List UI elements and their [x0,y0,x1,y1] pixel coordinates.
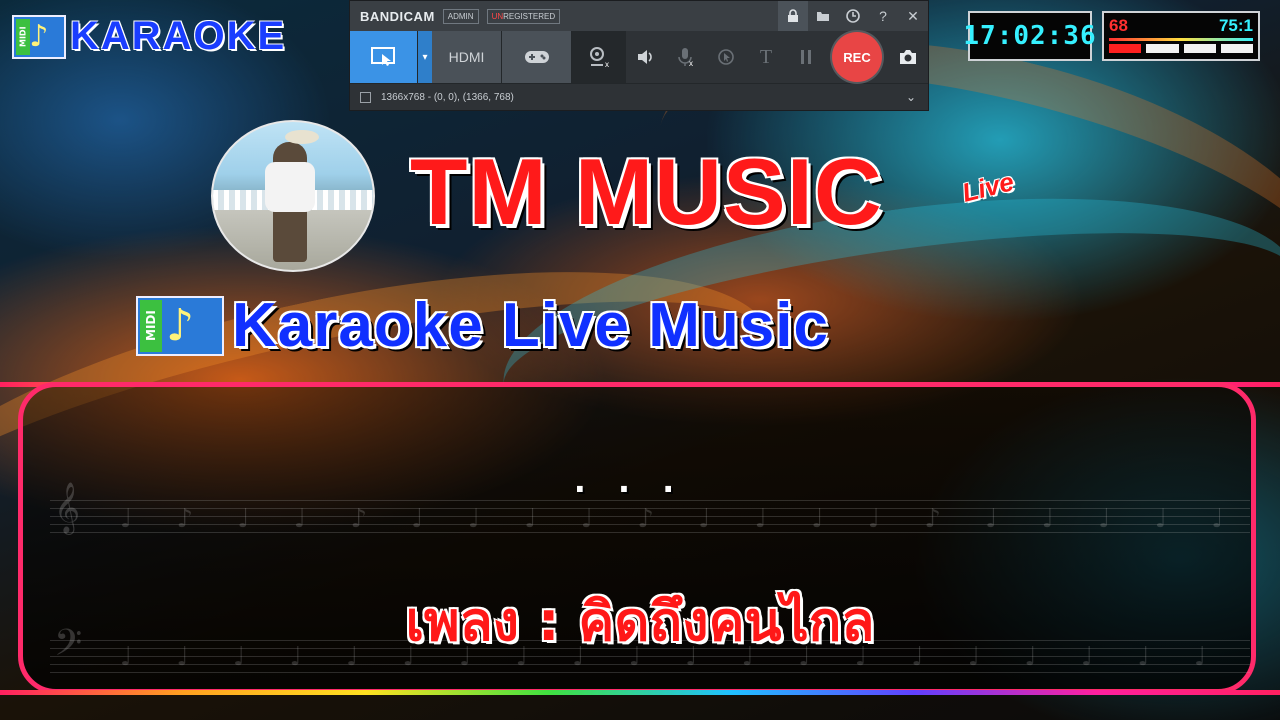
region-checkbox[interactable] [360,91,371,103]
meter-segment [1109,44,1142,53]
rainbow-divider-bottom [0,690,1280,695]
bandicam-controls: ▾ HDMI x x T REC [350,31,928,83]
rec-button[interactable]: REC [832,32,882,82]
bandicam-toolbar: BANDICAM ADMIN UNREGISTERED ? ✕ ▾ HDMI x [349,0,929,111]
screen-select-icon[interactable] [350,31,418,83]
clock-display: 17:02:36 [963,11,1096,61]
microphone-icon[interactable]: x [666,47,706,67]
help-icon[interactable]: ? [868,1,898,31]
pause-icon[interactable] [786,49,826,65]
meter-segment [1146,44,1179,53]
chevron-down-icon[interactable]: ▾ [418,31,432,83]
text-tool-icon[interactable]: T [746,46,786,69]
karaoke-logo: MIDI ♪ KARAOKE [12,14,286,59]
music-note-icon: ♪ [165,300,195,351]
subtitle: Karaoke Live Music [232,291,829,360]
avatar-hat [285,130,319,144]
level-meter: 68 75:1 [1102,11,1260,61]
unregistered-badge: UNREGISTERED [486,8,561,24]
unregistered-prefix: UN [491,11,504,21]
svg-text:x: x [605,60,609,68]
admin-badge: ADMIN [442,8,479,24]
lock-icon[interactable] [778,1,808,31]
midi-logo-icon: MIDI ♪ [12,14,66,59]
gamepad-icon[interactable] [502,31,572,83]
midi-logo-icon: MIDI ♪ [136,296,224,356]
folder-icon[interactable] [808,1,838,31]
meter-divider [1109,38,1253,41]
svg-text:x: x [689,59,693,67]
meter-segment [1220,44,1253,53]
chevron-down-icon[interactable]: ⌄ [906,90,916,104]
cursor-icon[interactable] [706,48,746,66]
lyric-countdown-dots: ... [573,462,707,500]
avatar-shirt [265,162,315,212]
hdmi-label: HDMI [448,49,485,65]
main-title: TM MUSIC [410,139,883,244]
avatar [211,120,375,272]
hdmi-mode-button[interactable]: HDMI [432,31,502,83]
speaker-icon[interactable] [626,49,666,65]
karaoke-logo-text: KARAOKE [70,14,287,58]
music-note-icon: ♪ [29,18,49,54]
song-title: เพลง : คิดถึงคนไกล [405,590,875,653]
meter-left-value: 68 [1109,16,1128,35]
music-notes-top: ♩ ♪ ♩ ♩ ♪ ♩ ♩ ♩ ♩ ♪ ♩ ♩ ♩ ♩ ♪ ♩ ♩ ♩ ♩ ♩ … [120,504,1220,534]
clock-icon[interactable] [838,1,868,31]
midi-badge: MIDI [140,300,162,352]
bandicam-brand: BANDICAM [360,8,435,24]
close-icon[interactable]: ✕ [898,1,928,31]
bandicam-status-bar: 1366x768 - (0, 0), (1366, 768) ⌄ [350,83,928,110]
subtitle-row: MIDI ♪ Karaoke Live Music [136,290,829,362]
meter-right-value: 75:1 [1218,16,1253,35]
meter-segment [1183,44,1216,53]
bandicam-titlebar[interactable]: BANDICAM ADMIN UNREGISTERED ? ✕ [350,1,928,31]
midi-badge: MIDI [16,18,30,55]
camera-icon[interactable] [888,49,928,65]
webcam-icon[interactable]: x [572,31,626,83]
unregistered-rest: REGISTERED [503,11,556,21]
region-status-text: 1366x768 - (0, 0), (1366, 768) [381,91,514,103]
